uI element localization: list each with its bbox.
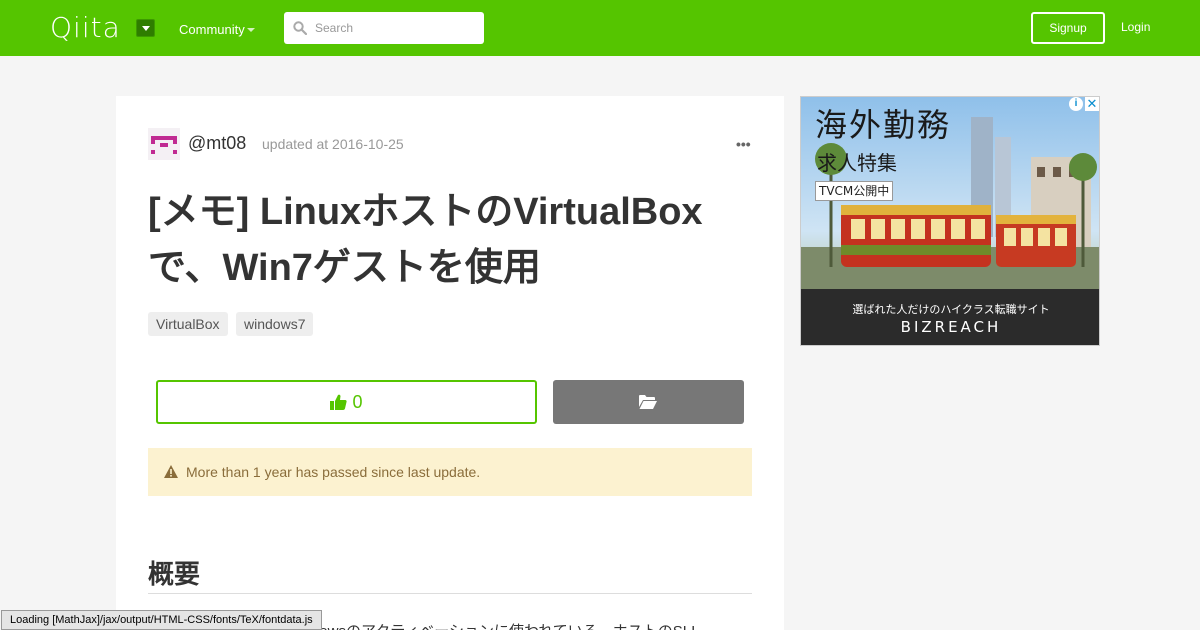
like-button[interactable]: 0 xyxy=(156,380,537,424)
tag-virtualbox[interactable]: VirtualBox xyxy=(148,312,228,336)
qiita-logo[interactable]: Qiita xyxy=(50,13,121,43)
alert-text: More than 1 year has passed since last u… xyxy=(186,464,481,480)
article-card: @mt08 updated at 2016-10-25 ••• [メモ] Lin… xyxy=(116,96,784,630)
thumbs-up-icon xyxy=(330,394,348,410)
ad-brand-logo: BIZREACH xyxy=(900,318,1002,336)
avatar[interactable] xyxy=(148,128,180,160)
community-menu[interactable]: Community xyxy=(179,22,245,37)
section-heading: 概要 xyxy=(148,559,201,589)
outdated-alert: More than 1 year has passed since last u… xyxy=(148,448,752,496)
folder-open-icon xyxy=(639,395,657,409)
ad-badge: TVCM公開中 xyxy=(815,181,894,201)
login-link[interactable]: Login xyxy=(1121,20,1150,34)
ad-tagline: 選ばれた人だけのハイクラス転職サイト xyxy=(852,303,1050,316)
ad-subheadline: 求人特集 xyxy=(817,151,897,175)
global-header: Qiita Community Signup Login xyxy=(0,0,1200,56)
ad-info-icon[interactable]: i xyxy=(1069,97,1083,111)
search-icon xyxy=(293,21,307,35)
signup-button[interactable]: Signup xyxy=(1031,12,1105,44)
advertisement[interactable]: 海外勤務 求人特集 TVCM公開中 選ばれた人だけのハイクラス転職サイト BIZ… xyxy=(800,96,1100,346)
stock-button[interactable] xyxy=(553,380,744,424)
author-username[interactable]: @mt08 xyxy=(188,133,246,154)
article-title: [メモ] LinuxホストのVirtualBoxで、Win7ゲストを使用 xyxy=(148,191,703,289)
ad-close-icon[interactable]: ✕ xyxy=(1085,97,1099,111)
logo-dropdown-button[interactable] xyxy=(136,19,155,37)
warning-icon xyxy=(164,465,178,478)
search-input[interactable] xyxy=(312,12,480,44)
browser-status-bar: Loading [MathJax]/jax/output/HTML-CSS/fo… xyxy=(1,610,322,630)
updated-date: updated at 2016-10-25 xyxy=(262,136,404,152)
chevron-down-icon xyxy=(247,28,255,32)
like-count: 0 xyxy=(352,392,363,412)
heading-divider xyxy=(148,593,752,594)
tag-windows7[interactable]: windows7 xyxy=(236,312,314,336)
ad-headline: 海外勤務 xyxy=(815,106,952,144)
search-box xyxy=(284,12,484,44)
more-menu-icon[interactable]: ••• xyxy=(736,136,751,152)
